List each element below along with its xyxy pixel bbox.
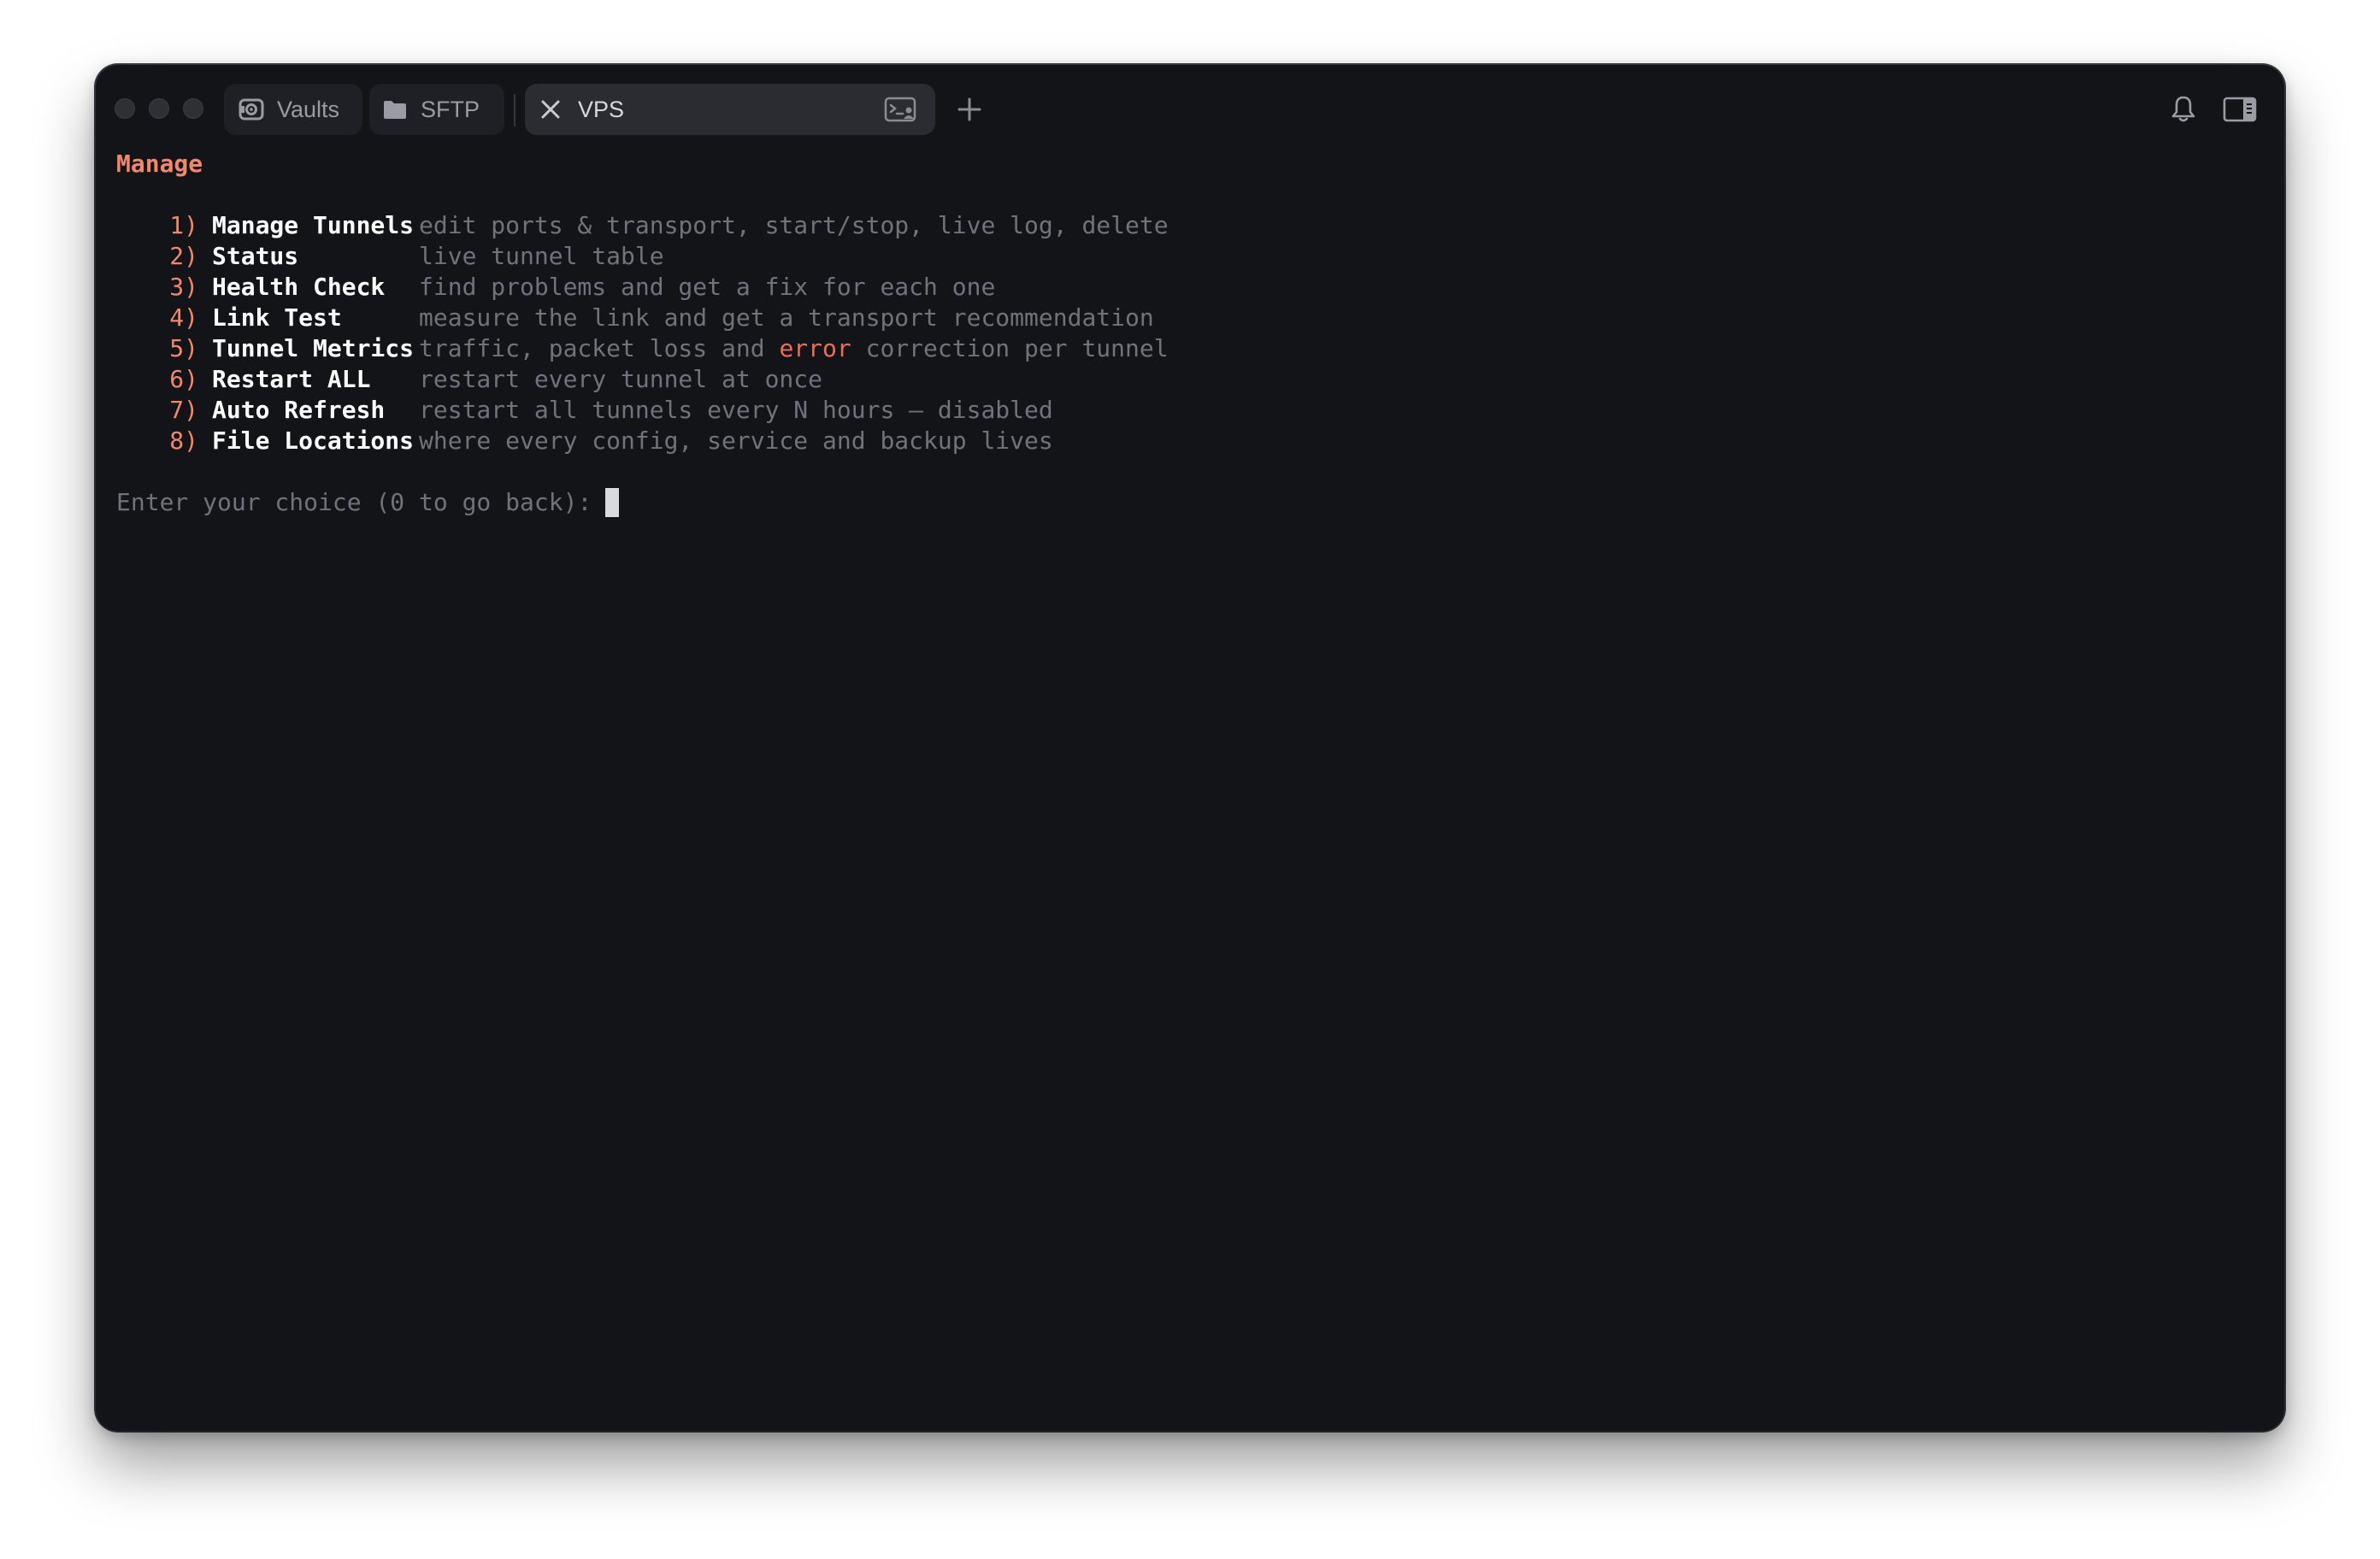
close-window-button[interactable] xyxy=(115,98,135,119)
menu-item: 6) Restart ALL restart every tunnel at onc… xyxy=(116,364,1169,395)
menu-item-label: Status xyxy=(212,242,299,270)
minimize-window-button[interactable] xyxy=(149,98,169,119)
menu-item-desc: restart every tunnel at once xyxy=(419,365,823,393)
terminal-output[interactable]: Manage 1) Manage Tunnels edit ports & tran… xyxy=(116,149,1169,518)
tab-sftp-label: SFTP xyxy=(421,96,480,122)
tab-vps[interactable]: VPS xyxy=(525,84,935,135)
menu-item-desc: find problems and get a fix for each one xyxy=(419,273,996,301)
menu-item-desc: restart all tunnels every N hours — disa… xyxy=(419,396,1053,424)
menu-item-label: Restart ALL xyxy=(212,365,371,393)
zoom-window-button[interactable] xyxy=(183,98,203,119)
menu-item-desc: live tunnel table xyxy=(419,242,664,270)
menu-item-label: File Locations xyxy=(212,427,415,455)
menu-item: 4) Link Test measure the link and get a tr… xyxy=(116,303,1169,333)
menu-item-number: 2) xyxy=(169,242,198,270)
menu-item-desc: edit ports & transport, start/stop, live… xyxy=(419,211,1169,239)
menu-item: 2) Status live tunnel table xyxy=(116,241,1169,272)
menu-item-label: Link Test xyxy=(212,303,342,332)
menu-item-number: 3) xyxy=(169,273,198,301)
sidebar-toggle-button[interactable] xyxy=(2223,96,2257,123)
menu-item-desc-part: correction per tunnel xyxy=(851,334,1169,362)
menu-item-number: 6) xyxy=(169,365,198,393)
menu-item-desc-part: traffic, packet loss and xyxy=(419,334,780,362)
menu-item-label: Auto Refresh xyxy=(212,396,386,424)
menu-heading: Manage xyxy=(116,150,203,178)
menu-item-desc: traffic, packet loss and error correctio… xyxy=(419,333,1169,364)
tab-sftp[interactable]: SFTP xyxy=(369,84,504,135)
menu-item: 8) File Locations where every config, serv… xyxy=(116,426,1169,456)
new-tab-button[interactable] xyxy=(956,96,983,123)
folder-icon xyxy=(383,99,407,120)
menu-item: 7) Auto Refresh restart all tunnels every … xyxy=(116,395,1169,426)
terminal-icon xyxy=(884,96,918,123)
menu-item-number: 8) xyxy=(169,427,198,455)
tab-separator xyxy=(514,94,515,126)
sidebar-toggle-icon xyxy=(2223,97,2257,122)
close-icon[interactable] xyxy=(540,99,561,120)
menu-item-label: Health Check xyxy=(212,273,386,301)
title-bar: Vaults SFTP VPS xyxy=(96,65,2284,154)
menu-item: 1) Manage Tunnels edit ports & transport, … xyxy=(116,210,1169,241)
error-keyword: error xyxy=(779,334,851,362)
menu-item-label: Tunnel Metrics xyxy=(212,334,415,362)
notifications-button[interactable] xyxy=(2168,94,2199,125)
tab-vaults[interactable]: Vaults xyxy=(224,84,362,135)
menu-item-desc: where every config, service and backup l… xyxy=(419,427,1053,455)
menu-item-number: 4) xyxy=(169,303,198,332)
tab-vaults-label: Vaults xyxy=(277,96,340,122)
menu-item-number: 7) xyxy=(169,396,198,424)
bell-icon xyxy=(2171,96,2195,122)
menu-item: 3) Health Check find problems and get a fi… xyxy=(116,272,1169,303)
text-cursor xyxy=(605,488,620,517)
terminal-window: Vaults SFTP VPS Manage 1) Manage Tunnels… xyxy=(96,65,2284,1431)
tab-vps-label: VPS xyxy=(578,96,625,122)
plus-icon xyxy=(957,97,981,121)
menu-item-label: Manage Tunnels xyxy=(212,211,415,239)
input-prompt-line[interactable]: Enter your choice (0 to go back): xyxy=(116,487,1169,518)
choice-prompt: Enter your choice (0 to go back): xyxy=(116,488,592,516)
menu-item: 5) Tunnel Metrics traffic, packet loss and… xyxy=(116,333,1169,364)
menu-item-desc: measure the link and get a transport rec… xyxy=(419,303,1154,332)
vault-icon xyxy=(238,96,265,123)
menu-item-number: 1) xyxy=(169,211,198,239)
menu-item-number: 5) xyxy=(169,334,198,362)
